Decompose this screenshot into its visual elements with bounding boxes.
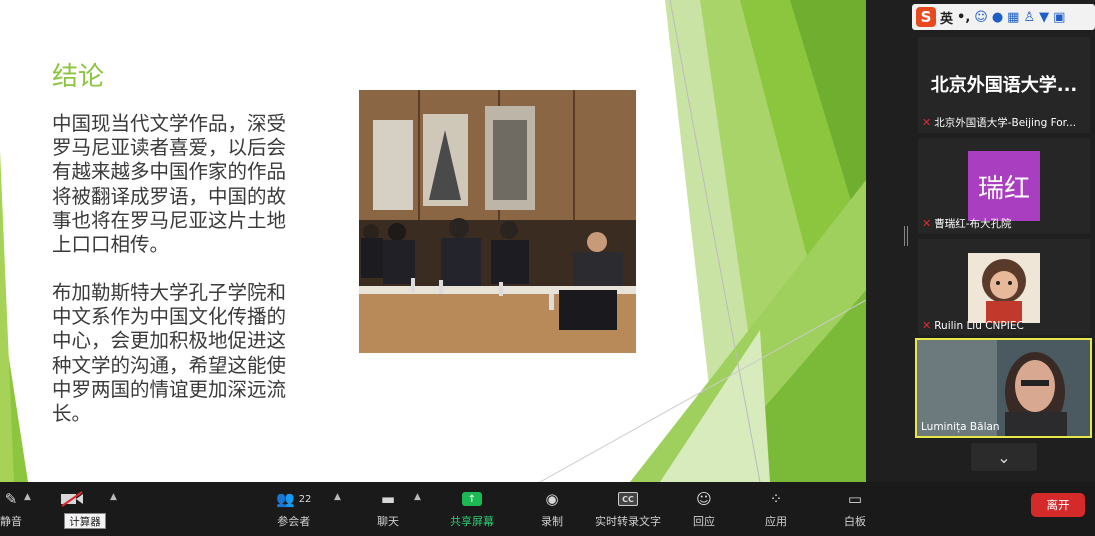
ime-toolbar[interactable]: S 英 •, ☺ ● ▦ ♙ ▼ ▣ [912,4,1095,30]
smile-icon[interactable]: ☺ [974,10,988,25]
keyboard-icon[interactable]: ▦ [1007,10,1019,25]
share-screen-button[interactable]: ↑ 共享屏幕 [450,488,494,529]
video-off-icon [60,488,84,510]
chat-button[interactable]: ▬ 聊天 [377,488,399,529]
whiteboard-button[interactable]: ▭ 白板 [844,488,866,529]
slide-title: 结论 [52,62,105,92]
slide-paragraph-2: 布加勒斯特大学孔子学院和 中文系作为中国文化传播的 中心，会更加积极地促进这 种… [52,281,287,426]
shared-slide: 结论 中国现当代文学作品，深受 罗马尼亚读者喜爱，以后会 有越来越多中国作家的作… [0,0,866,482]
chat-icon: ▬ [380,490,396,508]
video-options-caret[interactable]: ▲ [110,492,117,502]
chat-options-caret[interactable]: ▲ [414,492,421,502]
smile-icon: ☺ [696,490,712,508]
mute-options-caret[interactable]: ▲ [24,492,31,502]
gallery-next-button[interactable]: ⌄ [971,443,1037,471]
reactions-button[interactable]: ☺ 回应 [693,488,715,529]
participants-options-caret[interactable]: ▲ [334,492,341,502]
tooltip: 计算器 [64,513,106,529]
share-arrow-icon: ↑ [462,492,482,506]
apps-icon: ⁘ [769,490,783,508]
avatar: 瑞红 [968,151,1040,221]
mic-off-icon: ✕ [922,319,932,332]
live-transcript-button[interactable]: CC 实时转录文字 [595,488,661,529]
mic-off-icon: ✕ [922,217,932,230]
ime-punct[interactable]: •, [957,10,970,25]
participant-display-name: 北京外国语大学... [930,75,1078,96]
participant-name: Ruilin Liu CNPIEC [934,319,1024,332]
participant-name: Luminița Bălan [921,421,1000,433]
record-icon: ◉ [545,490,559,508]
grid-icon[interactable]: ▣ [1053,10,1065,25]
participant-tile-ruilin[interactable]: ✕ Ruilin Liu CNPIEC [918,239,1090,335]
mic-icon[interactable]: ● [992,10,1003,25]
participants-count: 22 [298,493,312,505]
meeting-toolbar: ✎ 静音 ▲ 开 ▲ 👥 22 参会者 ▲ ▬ 聊天 ▲ ↑ 共享屏幕 [0,482,1095,536]
conference-photo [359,90,636,353]
participant-tile-bfsu[interactable]: 北京外国语大学... ✕ 北京外国语大学-Beijing For... [918,37,1090,133]
participant-name: 曹瑞红-布大孔院 [934,218,1012,230]
participants-icon: 👥 [276,490,295,508]
avatar [968,253,1040,323]
user-icon[interactable]: ♙ [1023,10,1035,25]
leave-button[interactable]: 离开 [1031,493,1085,517]
mic-off-icon: ✕ [922,116,932,129]
participant-tile-luminita[interactable]: Luminița Bălan [915,338,1092,438]
chevron-down-icon: ⌄ [997,447,1011,467]
apps-button[interactable]: ⁘ 应用 [765,488,787,529]
mute-button[interactable]: ✎ 静音 [0,488,22,529]
sogou-logo: S [916,7,936,27]
panel-resize-handle[interactable] [904,226,908,246]
whiteboard-icon: ▭ [847,490,863,508]
participant-tile-ruihong[interactable]: 瑞红 ✕ 曹瑞红-布大孔院 [918,138,1090,234]
participant-name: 北京外国语大学-Beijing For... [934,117,1077,129]
record-button[interactable]: ◉ 录制 [541,488,563,529]
shirt-icon[interactable]: ▼ [1039,10,1049,25]
slide-paragraph-1: 中国现当代文学作品，深受 罗马尼亚读者喜爱，以后会 有越来越多中国作家的作品 将… [52,112,287,257]
mic-icon: ✎ [4,490,18,508]
cc-icon: CC [618,492,638,506]
ime-mode[interactable]: 英 [940,8,953,27]
zoom-meeting-window: 结论 中国现当代文学作品，深受 罗马尼亚读者喜爱，以后会 有越来越多中国作家的作… [0,0,1095,536]
participants-button[interactable]: 👥 22 参会者 [276,488,311,529]
